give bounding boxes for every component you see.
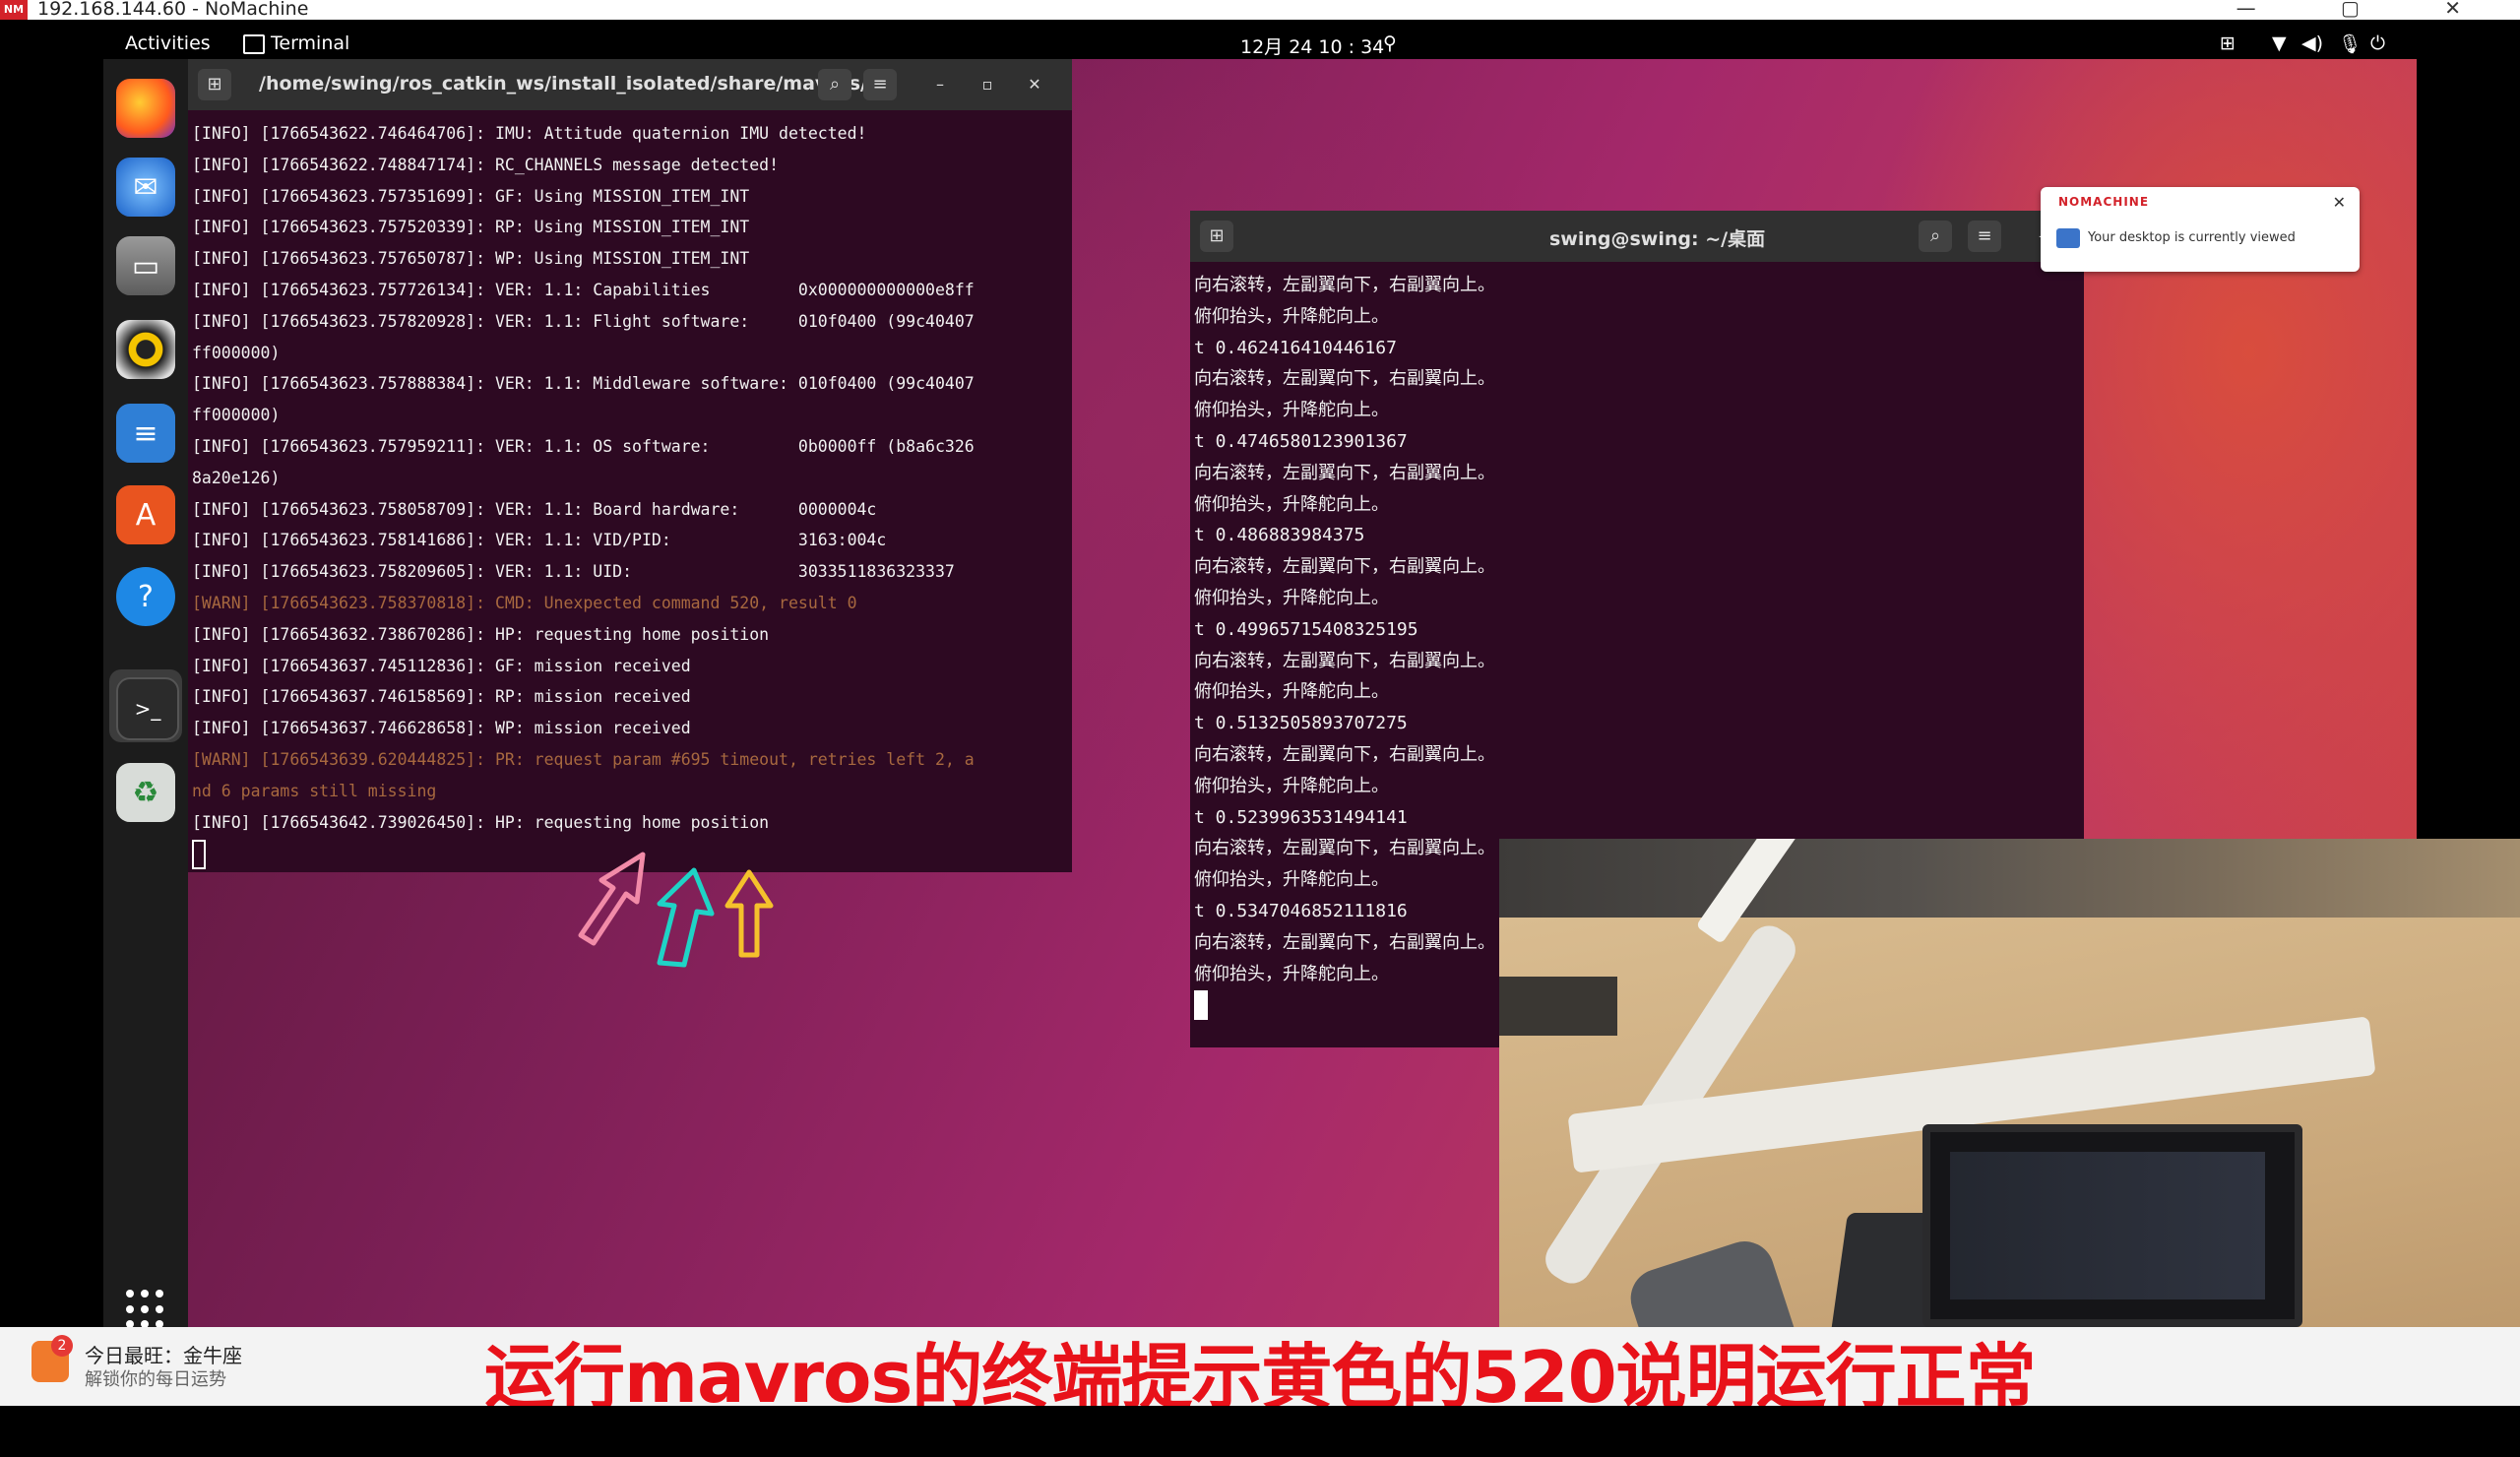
terminal-line: t 0.486883984375	[1194, 525, 1365, 546]
terminal-line: t 0.4746580123901367	[1194, 430, 1408, 452]
new-tab-icon[interactable]: ⊞	[1200, 221, 1233, 252]
terminal-line: ff000000)	[192, 406, 281, 425]
terminal-line: t 0.5239963531494141	[1194, 806, 1408, 828]
search-icon[interactable]: ⌕	[1919, 221, 1952, 252]
terminal-line: [INFO] [1766543623.757726134]: VER: 1.1:…	[192, 280, 975, 299]
new-tab-icon[interactable]: ⊞	[198, 69, 231, 100]
terminal-line: 向右滚转，左副翼向下，右副翼向上。	[1194, 556, 1495, 578]
notification-text: Your desktop is currently viewed	[2088, 230, 2296, 245]
terminal-line: [INFO] [1766543623.757820928]: VER: 1.1:…	[192, 311, 975, 331]
volume-icon[interactable]: ◀)	[2301, 32, 2323, 54]
terminal-header: ⊞ /home/swing/ros_catkin_ws/install_isol…	[188, 59, 1072, 110]
terminal-line: [INFO] [1766543637.746628658]: WP: missi…	[192, 719, 691, 738]
firefox-icon[interactable]	[116, 79, 175, 138]
fortune-subtitle[interactable]: 解锁你的每日运势	[85, 1365, 226, 1391]
arrow-cyan-icon	[657, 867, 715, 968]
wifi-icon[interactable]: ▼	[2272, 32, 2287, 54]
terminal-line: 俯仰抬头，升降舵向上。	[1194, 775, 1389, 796]
terminal-line: [INFO] [1766543623.757959211]: VER: 1.1:…	[192, 436, 975, 456]
top-bar: Activities Terminal 12月 24 10 : 34 ⚲ ⊞ ▼…	[103, 28, 2417, 59]
photo-laptop-screen	[1922, 1124, 2302, 1327]
terminal-line: [INFO] [1766543637.746158569]: RP: missi…	[192, 687, 691, 707]
menu-icon[interactable]: ≡	[1968, 221, 2001, 252]
terminal-line: 向右滚转，左副翼向下，右副翼向上。	[1194, 650, 1495, 671]
show-apps-icon[interactable]	[126, 1290, 165, 1327]
terminal-line: [INFO] [1766543637.745112836]: GF: missi…	[192, 656, 691, 675]
nomachine-notification[interactable]: NOMACHINE ✕ Your desktop is currently vi…	[2041, 187, 2360, 272]
clock[interactable]: 12月 24 10 : 34	[1240, 32, 1384, 59]
terminal-line: 俯仰抬头，升降舵向上。	[1194, 305, 1389, 327]
photo-box	[1499, 977, 1617, 1036]
bottom-letterbox	[0, 1406, 2520, 1457]
terminal-window-mavros[interactable]: ⊞ /home/swing/ros_catkin_ws/install_isol…	[188, 59, 1072, 872]
terminal-line: [INFO] [1766543623.757888384]: VER: 1.1:…	[192, 374, 975, 394]
dock: ✉ ▭ ≡ A ? >_ ♻	[103, 59, 188, 1327]
trash-icon[interactable]: ♻	[116, 763, 175, 822]
terminal-line: 俯仰抬头，升降舵向上。	[1194, 587, 1389, 608]
help-icon[interactable]: ?	[116, 567, 175, 626]
menu-icon[interactable]: ≡	[863, 69, 897, 100]
terminal-line: 俯仰抬头，升降舵向上。	[1194, 400, 1389, 421]
power-icon[interactable]: ⏻	[2370, 32, 2385, 54]
microphone-icon[interactable]: 🎙	[2338, 32, 2362, 55]
terminal-line: [INFO] [1766543623.758209605]: VER: 1.1:…	[192, 562, 955, 582]
terminal-line: [INFO] [1766543623.758141686]: VER: 1.1:…	[192, 531, 887, 550]
host-window-controls[interactable]: — ▢ ✕	[2236, 0, 2500, 20]
app-center-icon[interactable]: A	[116, 485, 175, 544]
terminal-title: /home/swing/ros_catkin_ws/install_isolat…	[259, 73, 896, 95]
text-cursor	[1194, 990, 1208, 1021]
rhythmbox-icon[interactable]	[116, 320, 175, 379]
terminal-line: [INFO] [1766543623.757351699]: GF: Using…	[192, 186, 750, 206]
network-icon[interactable]: ⊞	[2220, 32, 2236, 54]
minimize-icon[interactable]: –	[926, 71, 954, 98]
notification-brand: NOMACHINE	[2058, 195, 2150, 209]
terminal-header: ⊞ swing@swing: ~/桌面 ⌕ ≡ –	[1190, 211, 2084, 262]
terminal-line: ff000000)	[192, 343, 281, 362]
thunderbird-icon[interactable]: ✉	[116, 158, 175, 217]
terminal-line: 向右滚转，左副翼向下，右副翼向上。	[1194, 743, 1495, 765]
close-icon[interactable]: ✕	[1021, 71, 1048, 98]
arrow-yellow-icon	[724, 869, 774, 958]
terminal-app-icon	[243, 34, 265, 54]
terminal-line: 向右滚转，左副翼向下，右副翼向上。	[1194, 368, 1495, 390]
host-window-title: 192.168.144.60 - NoMachine	[37, 0, 309, 20]
terminal-line: [INFO] [1766543622.748847174]: RC_CHANNE…	[192, 155, 780, 174]
terminal-line: [INFO] [1766543632.738670286]: HP: reque…	[192, 624, 770, 644]
maximize-icon[interactable]: ▫	[974, 71, 1001, 98]
search-icon[interactable]: ⌕	[818, 69, 851, 100]
text-cursor	[192, 839, 206, 869]
activities-button[interactable]: Activities	[125, 32, 211, 54]
terminal-icon[interactable]: >_	[116, 677, 179, 740]
terminal-line: 8a20e126)	[192, 468, 281, 487]
terminal-line: t 0.462416410446167	[1194, 337, 1397, 358]
fortune-title[interactable]: 今日最旺：金牛座	[85, 1340, 242, 1368]
terminal-output: [INFO] [1766543622.746464706]: IMU: Atti…	[192, 118, 1068, 872]
terminal-line: t 0.5132505893707275	[1194, 713, 1408, 734]
terminal-line: [INFO] [1766543623.757520339]: RP: Using…	[192, 218, 750, 237]
host-title-bar: NM 192.168.144.60 - NoMachine — ▢ ✕	[0, 0, 2520, 20]
terminal-line: t 0.49965715408325195	[1194, 618, 1418, 640]
terminal-line: [INFO] [1766543623.758058709]: VER: 1.1:…	[192, 499, 877, 519]
screen-share-icon[interactable]: ⚲	[1383, 32, 1397, 54]
terminal-line: [INFO] [1766543623.757650787]: WP: Using…	[192, 249, 750, 269]
terminal-line: [WARN] [1766543623.758370818]: CMD: Unex…	[192, 593, 857, 612]
notification-badge: 2	[51, 1335, 73, 1357]
terminal-line: nd 6 params still missing	[192, 781, 437, 800]
terminal-title: swing@swing: ~/桌面	[1549, 228, 1766, 250]
writer-icon[interactable]: ≡	[116, 404, 175, 463]
app-menu-terminal[interactable]: Terminal	[271, 32, 349, 54]
terminal-line: 俯仰抬头，升降舵向上。	[1194, 681, 1389, 703]
screen-share-icon	[2056, 228, 2080, 248]
terminal-line: 向右滚转，左副翼向下，右副翼向上。	[1194, 275, 1495, 295]
nomachine-logo: NM	[0, 0, 28, 20]
terminal-line: [WARN] [1766543639.620444825]: PR: reque…	[192, 749, 975, 769]
terminal-line: 俯仰抬头，升降舵向上。	[1194, 493, 1389, 515]
terminal-line: 向右滚转，左副翼向下，右副翼向上。	[1194, 462, 1495, 483]
arrow-pink-icon	[578, 852, 646, 946]
files-icon[interactable]: ▭	[116, 236, 175, 295]
terminal-line: [INFO] [1766543622.746464706]: IMU: Atti…	[192, 124, 867, 143]
annotation-arrows	[578, 852, 774, 968]
close-icon[interactable]: ✕	[2333, 193, 2346, 212]
